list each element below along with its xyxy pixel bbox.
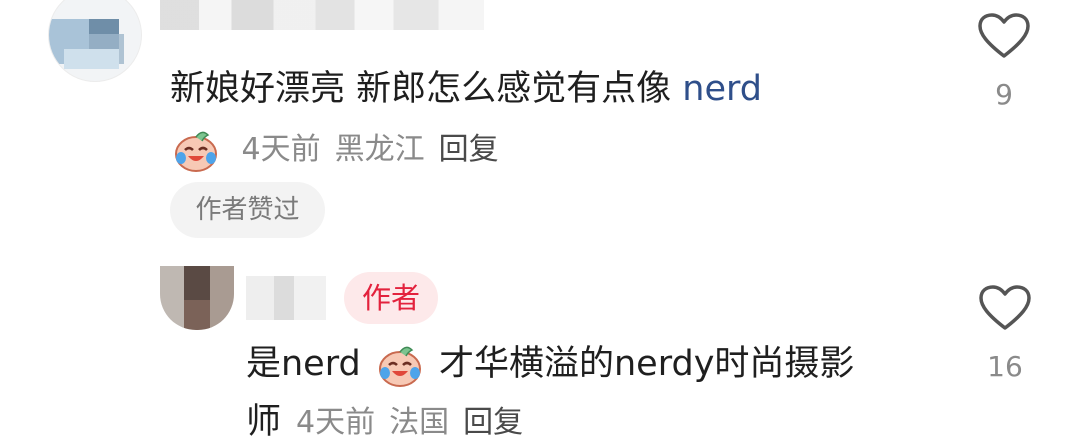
reply-text-prefix: 是nerd [246,344,361,384]
comment-text-main: 新娘好漂亮 新郎怎么感觉有点像 [170,69,683,109]
author-liked-badge: 作者赞过 [170,182,325,238]
reply-text-line2: 师 [246,400,281,444]
comment-location: 黑龙江 [334,131,425,167]
reply-username-blurred[interactable] [246,276,326,320]
reply-text: 是nerd 才华横溢的nerdy时尚摄影 [246,342,854,387]
comment-time: 4天前 [241,131,321,167]
reply-like-count: 16 [987,350,1023,383]
reply-location: 法国 [389,405,450,440]
reply-time: 4天前 [296,405,376,440]
reply-button[interactable]: 回复 [439,132,499,167]
comment-text-highlight: nerd [682,69,762,109]
reply-like-button[interactable]: 16 [975,284,1035,384]
crying-laughing-face-icon [175,131,217,172]
reply-text-main: 才华横溢的nerdy时尚摄影 [439,344,855,384]
reply-meta: 4天前 法国 回复 [296,404,537,442]
heart-outline-icon [978,13,1030,58]
username-blurred[interactable] [160,0,484,30]
crying-laughing-face-icon [378,346,421,387]
comment-text: 新娘好漂亮 新郎怎么感觉有点像 nerd [170,67,762,111]
like-button[interactable]: 9 [975,12,1033,112]
heart-outline-icon [979,285,1031,330]
reply-avatar[interactable] [160,266,234,330]
like-count: 9 [995,78,1013,111]
comment-meta: 4天前 黑龙江 回复 [172,128,513,172]
author-badge: 作者 [344,272,438,324]
reply-reply-button[interactable]: 回复 [463,405,523,440]
avatar[interactable] [48,0,142,82]
reply-text-wrap: 师 [246,402,282,442]
